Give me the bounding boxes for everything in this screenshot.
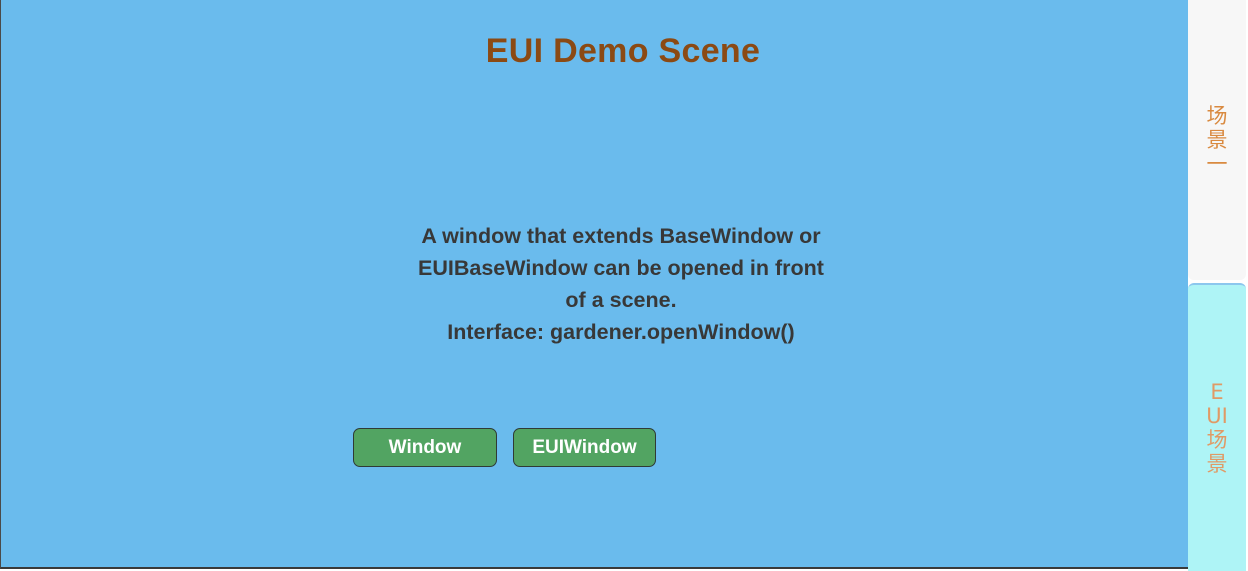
- tab-eui-scene[interactable]: EUI场景: [1188, 283, 1246, 571]
- scene-canvas: EUI Demo Scene A window that extends Bas…: [0, 0, 1188, 569]
- open-euiwindow-button[interactable]: EUIWindow: [513, 428, 656, 467]
- description-line: of a scene.: [565, 288, 677, 312]
- open-window-button[interactable]: Window: [353, 428, 497, 467]
- scene-description: A window that extends BaseWindow or EUIB…: [381, 220, 861, 348]
- tab-scene-one-label: 场景一: [1206, 104, 1228, 176]
- description-line: Interface: gardener.openWindow(): [447, 320, 795, 344]
- description-line: A window that extends BaseWindow or: [421, 224, 821, 248]
- description-line: EUIBaseWindow can be opened in front: [418, 256, 824, 280]
- scene-title: EUI Demo Scene: [485, 32, 761, 70]
- scene-tab-bar: 场景一 EUI场景: [1188, 0, 1248, 571]
- open-euiwindow-button-label: EUIWindow: [532, 436, 637, 458]
- tab-eui-scene-label: EUI场景: [1206, 380, 1228, 476]
- open-window-button-label: Window: [388, 436, 462, 458]
- tab-scene-one[interactable]: 场景一: [1188, 0, 1246, 280]
